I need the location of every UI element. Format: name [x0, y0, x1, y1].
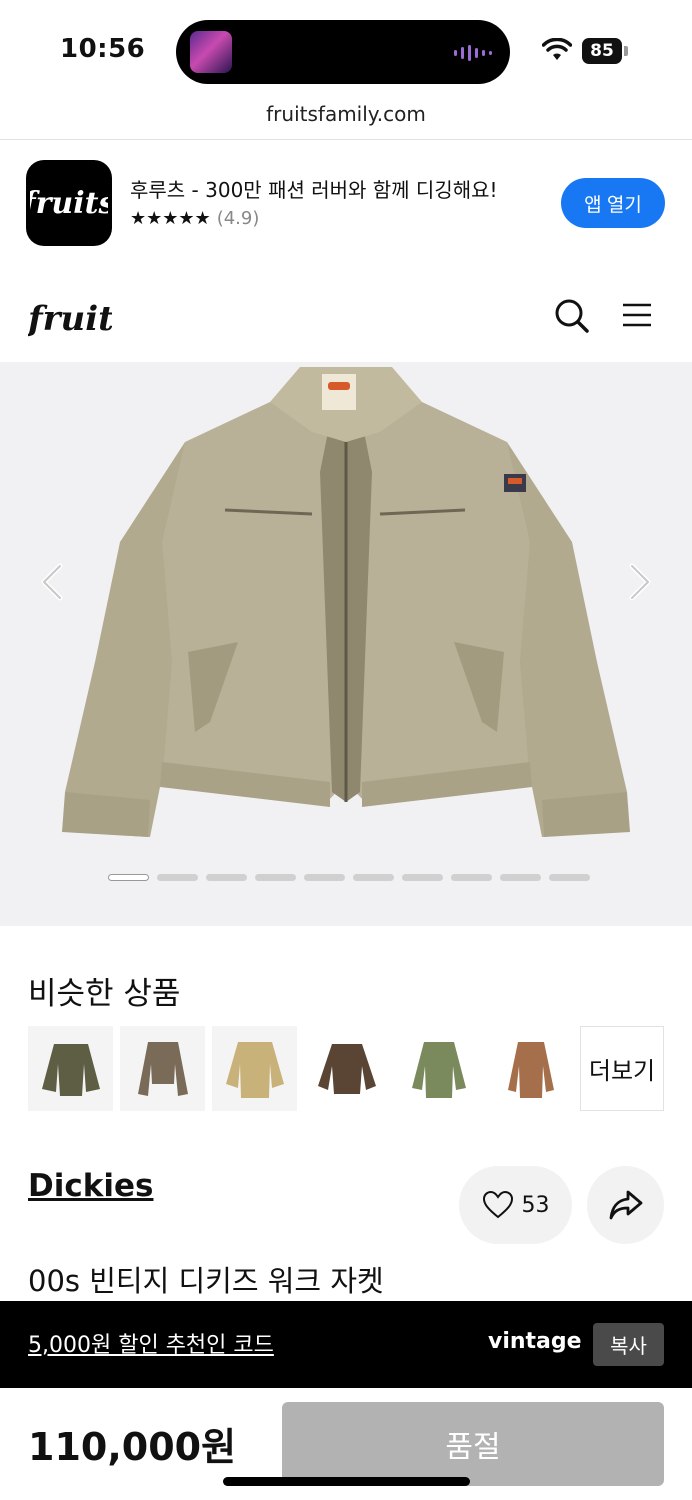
heart-icon — [482, 1191, 513, 1219]
wifi-icon — [542, 38, 572, 60]
similar-item-thumbnail[interactable] — [120, 1026, 205, 1111]
sold-out-button[interactable]: 품절 — [282, 1402, 664, 1486]
now-playing-artwork — [190, 31, 232, 73]
pagination-dot[interactable] — [157, 874, 198, 881]
referral-code: vintage — [488, 1329, 582, 1354]
rating-score: (4.9) — [216, 208, 260, 229]
product-image-gallery[interactable] — [0, 362, 692, 926]
pagination-dot[interactable] — [402, 874, 443, 881]
referral-promo-link[interactable]: 5,000원 할인 추천인 코드 — [28, 1327, 274, 1359]
product-image-jacket — [62, 367, 630, 837]
similar-items-title: 비슷한 상품 — [28, 976, 181, 1012]
gallery-pagination — [108, 874, 590, 881]
svg-text:fruits: fruits — [28, 299, 112, 339]
hamburger-menu-icon[interactable] — [622, 302, 652, 328]
pagination-dot[interactable] — [451, 874, 492, 881]
similar-item-thumbnail[interactable] — [396, 1026, 481, 1111]
brand-link[interactable]: Dickies — [28, 1168, 153, 1204]
similar-item-thumbnail[interactable] — [304, 1026, 389, 1111]
share-button[interactable] — [587, 1166, 664, 1244]
product-title: 00s 빈티지 디키즈 워크 자켓 — [28, 1264, 384, 1298]
address-bar-url[interactable]: fruitsfamily.com — [0, 102, 692, 126]
pagination-dot[interactable] — [304, 874, 345, 881]
pagination-dot[interactable] — [500, 874, 541, 881]
like-button[interactable]: 53 — [459, 1166, 572, 1244]
home-indicator — [223, 1477, 470, 1486]
pagination-dot[interactable] — [549, 874, 590, 881]
app-rating: ★★★★★ (4.9) — [130, 208, 259, 229]
svg-text:fruits: fruits — [30, 186, 108, 221]
open-app-button[interactable]: 앱 열기 — [561, 178, 665, 228]
fruits-logo-icon: fruits — [30, 186, 108, 221]
similar-items-list: 더보기 — [28, 1026, 664, 1111]
pagination-dot[interactable] — [353, 874, 394, 881]
battery-indicator: 85 — [582, 38, 628, 64]
fruits-logo[interactable]: fruits — [28, 296, 112, 340]
audio-waveform-icon — [454, 45, 492, 61]
next-image-arrow-icon[interactable] — [622, 562, 658, 602]
status-time: 10:56 — [60, 34, 146, 64]
referral-promo-bar: 5,000원 할인 추천인 코드 vintage 복사 — [0, 1301, 692, 1388]
app-banner-title: 후루츠 - 300만 패션 러버와 함께 디깅해요! — [130, 178, 498, 202]
more-similar-button[interactable]: 더보기 — [580, 1026, 664, 1111]
search-icon[interactable] — [554, 298, 590, 334]
pagination-dot[interactable] — [108, 874, 149, 881]
share-arrow-icon — [609, 1190, 642, 1220]
app-icon[interactable]: fruits — [26, 160, 112, 246]
status-bar: 10:56 85 fruitsfamily.com — [0, 0, 692, 126]
dynamic-island[interactable] — [176, 20, 510, 84]
star-rating-icon: ★★★★★ — [130, 208, 211, 229]
similar-item-thumbnail[interactable] — [28, 1026, 113, 1111]
copy-code-button[interactable]: 복사 — [593, 1323, 664, 1366]
pagination-dot[interactable] — [255, 874, 296, 881]
similar-item-thumbnail[interactable] — [212, 1026, 297, 1111]
similar-item-thumbnail[interactable] — [488, 1026, 573, 1111]
product-price: 110,000원 — [28, 1425, 237, 1469]
battery-level: 85 — [582, 38, 622, 64]
like-count: 53 — [521, 1192, 550, 1218]
previous-image-arrow-icon[interactable] — [34, 562, 70, 602]
pagination-dot[interactable] — [206, 874, 247, 881]
site-header: fruits — [0, 276, 692, 360]
